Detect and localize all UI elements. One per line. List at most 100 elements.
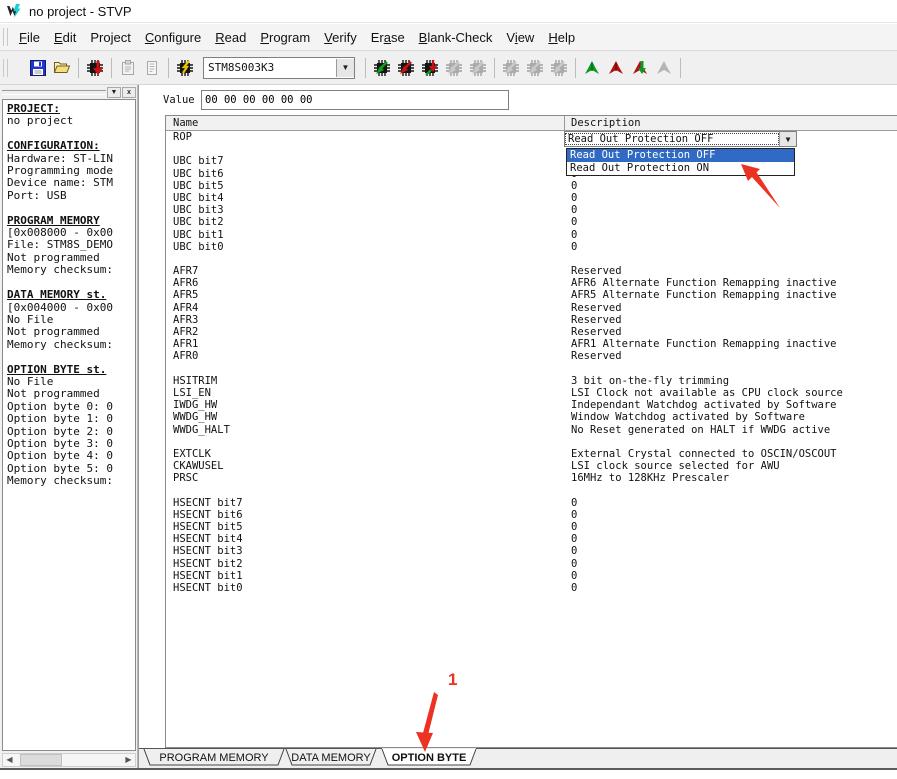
program-chip-button[interactable]: [83, 56, 107, 80]
column-header-description[interactable]: Description: [571, 117, 641, 129]
menu-item-help[interactable]: Help: [541, 27, 582, 48]
table-row[interactable]: HSECNT bit20: [166, 558, 897, 570]
menubar-items: FileEditProjectConfigureReadProgramVerif…: [12, 27, 582, 48]
chip-verify-current-button[interactable]: [418, 56, 442, 80]
option-desc-cell: 0: [571, 521, 577, 533]
table-row[interactable]: CKAWUSELLSI clock source selected for AW…: [166, 460, 897, 472]
sidebar-hscrollbar[interactable]: ◀ ▶: [2, 753, 136, 767]
table-row[interactable]: HSECNT bit5 0: [166, 521, 897, 533]
paste-button[interactable]: [116, 56, 140, 80]
menu-item-view[interactable]: View: [499, 27, 541, 48]
table-row[interactable]: UBC bit20: [166, 216, 897, 228]
menu-item-configure[interactable]: Configure: [138, 27, 208, 48]
table-row-gap: [166, 253, 897, 265]
sidebar-line: no project: [7, 115, 135, 127]
table-row[interactable]: AFR7Reserved: [166, 265, 897, 277]
panel-close-button[interactable]: x: [122, 87, 136, 98]
chip-blank-current-button[interactable]: [466, 56, 490, 80]
option-desc-cell: 0: [571, 509, 577, 521]
rop-option-off[interactable]: Read Out Protection OFF: [567, 149, 794, 162]
chip-blank-active-button[interactable]: [652, 56, 676, 80]
table-row[interactable]: IWDG_HWIndependant Watchdog activated by…: [166, 399, 897, 411]
table-row[interactable]: AFR4Reserved: [166, 302, 897, 314]
menu-item-read[interactable]: Read: [208, 27, 253, 48]
paste-special-button[interactable]: [140, 56, 164, 80]
menu-item-edit[interactable]: Edit: [47, 27, 83, 48]
select-chip-button[interactable]: [173, 56, 197, 80]
table-row[interactable]: HSECNT bit10: [166, 570, 897, 582]
option-name-cell: HSECNT bit5: [173, 521, 243, 533]
chip-verify-all-button[interactable]: [547, 56, 571, 80]
chip-program-all-button[interactable]: [523, 56, 547, 80]
table-row[interactable]: PRSC16MHz to 128KHz Prescaler: [166, 472, 897, 484]
device-select-arrow[interactable]: ▼: [336, 59, 354, 77]
sidebar-line: Not programmed: [7, 388, 135, 400]
column-header-name[interactable]: Name: [173, 117, 198, 129]
sidebar-line: Not programmed: [7, 326, 135, 338]
table-row[interactable]: HSECNT bit70: [166, 497, 897, 509]
table-row[interactable]: AFR3Reserved: [166, 314, 897, 326]
table-row[interactable]: UBC bit40: [166, 192, 897, 204]
chip-program-active-button[interactable]: [604, 56, 628, 80]
table-row[interactable]: AFR1AFR1 Alternate Function Remapping in…: [166, 338, 897, 350]
device-select[interactable]: STM8S003K3 ▼: [203, 57, 355, 79]
menu-item-project[interactable]: Project: [83, 27, 137, 48]
sidebar-status-text: PROJECT:no project CONFIGURATION:Hardwar…: [2, 99, 136, 751]
table-row[interactable]: WWDG_HWWindow Watchdog activated by Soft…: [166, 411, 897, 423]
panel-menu-button[interactable]: ▼: [107, 87, 121, 98]
toolbar-gripper[interactable]: [3, 59, 8, 77]
menu-item-file[interactable]: File: [12, 27, 47, 48]
panel-drag-handle[interactable]: [2, 90, 106, 95]
scroll-thumb[interactable]: [20, 754, 62, 766]
chip-read-current-button[interactable]: [370, 56, 394, 80]
option-name-cell: IWDG_HW: [173, 399, 217, 411]
chip-verify-active-button[interactable]: [628, 56, 652, 80]
memory-tabstrip: PROGRAM MEMORY DATA MEMORY OPTION BYTE: [139, 748, 897, 768]
menu-item-erase[interactable]: Erase: [364, 27, 412, 48]
table-row[interactable]: EXTCLKExternal Crystal connected to OSCI…: [166, 448, 897, 460]
column-divider[interactable]: [564, 116, 565, 130]
table-row[interactable]: AFR6AFR6 Alternate Function Remapping in…: [166, 277, 897, 289]
chip-erase-current-button[interactable]: [442, 56, 466, 80]
option-name-cell: UBC bit5: [173, 180, 224, 192]
option-desc-cell: AFR5 Alternate Function Remapping inacti…: [571, 289, 837, 301]
table-row[interactable]: UBC bit50: [166, 180, 897, 192]
table-row[interactable]: AFR2Reserved: [166, 326, 897, 338]
table-row[interactable]: HSECNT bit00: [166, 582, 897, 594]
menu-item-blank-check[interactable]: Blank-Check: [412, 27, 500, 48]
sidebar-line: Memory checksum:: [7, 339, 135, 351]
sidebar-line: Device name: STM: [7, 177, 135, 189]
table-row[interactable]: HSITRIM3 bit on-the-fly trimming: [166, 375, 897, 387]
menu-item-program[interactable]: Program: [253, 27, 317, 48]
table-row[interactable]: HSECNT bit30: [166, 545, 897, 557]
chip-read-all-button[interactable]: [499, 56, 523, 80]
option-name-cell: AFR3: [173, 314, 198, 326]
value-input[interactable]: [201, 90, 509, 110]
table-row[interactable]: UBC bit30: [166, 204, 897, 216]
table-row[interactable]: AFR0Reserved: [166, 350, 897, 362]
table-row[interactable]: HSECNT bit60: [166, 509, 897, 521]
table-row[interactable]: LSI_ENLSI Clock not available as CPU clo…: [166, 387, 897, 399]
option-name-cell: AFR1: [173, 338, 198, 350]
table-row[interactable]: UBC bit10: [166, 229, 897, 241]
open-button[interactable]: [50, 56, 74, 80]
table-row[interactable]: HSECNT bit40: [166, 533, 897, 545]
rop-option-on[interactable]: Read Out Protection ON: [567, 162, 794, 175]
tab-option-byte[interactable]: OPTION BYTE: [392, 752, 467, 764]
option-name-cell: UBC bit0: [173, 241, 224, 253]
chip-program-current-button[interactable]: [394, 56, 418, 80]
save-button[interactable]: [26, 56, 50, 80]
tab-data-memory[interactable]: DATA MEMORY: [291, 752, 371, 764]
option-desc-cell: 0: [571, 204, 577, 216]
rop-combobox-arrow[interactable]: ▼: [779, 132, 796, 146]
table-row[interactable]: WWDG_HALTNo Reset generated on HALT if W…: [166, 424, 897, 436]
tab-program-memory[interactable]: PROGRAM MEMORY: [159, 752, 269, 764]
scroll-right-arrow[interactable]: ▶: [122, 754, 135, 766]
menubar-gripper[interactable]: [3, 28, 8, 46]
chip-read-active-button[interactable]: [580, 56, 604, 80]
menu-item-verify[interactable]: Verify: [317, 27, 364, 48]
table-row[interactable]: UBC bit00: [166, 241, 897, 253]
scroll-left-arrow[interactable]: ◀: [3, 754, 16, 766]
rop-combobox[interactable]: Read Out Protection OFF ▼: [564, 131, 797, 147]
table-row[interactable]: AFR5AFR5 Alternate Function Remapping in…: [166, 289, 897, 301]
